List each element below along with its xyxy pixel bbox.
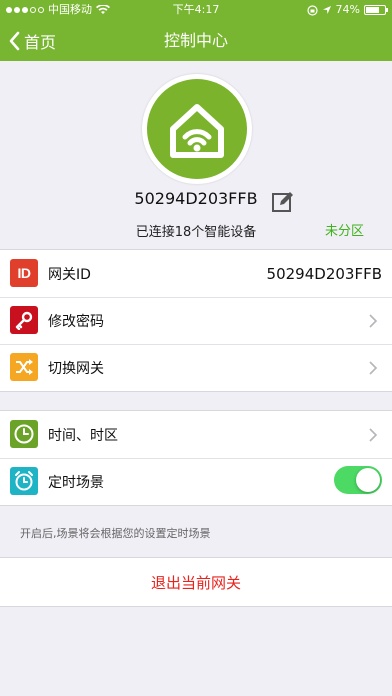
status-right: 74% — [306, 0, 388, 20]
zone-link[interactable]: 未分区 — [325, 220, 364, 239]
row-switch-gateway[interactable]: 切换网关 — [0, 344, 392, 391]
logout-gateway-button[interactable]: 退出当前网关 — [0, 557, 392, 607]
battery-fill — [366, 7, 379, 13]
row-time-zone-label: 时间、时区 — [48, 427, 118, 444]
edit-icon[interactable] — [270, 189, 296, 215]
alarm-clock-icon — [10, 467, 38, 495]
row-timed-scene: 定时场景 — [0, 458, 392, 505]
settings-group-gateway: ID 网关ID 50294D203FFB 修改密码 切换网关 — [0, 249, 392, 392]
location-icon — [322, 6, 331, 14]
row-gateway-id-label: 网关ID — [48, 266, 91, 283]
row-change-password[interactable]: 修改密码 — [0, 297, 392, 344]
chevron-left-icon — [9, 31, 20, 50]
row-switch-gateway-label: 切换网关 — [48, 360, 104, 377]
battery-icon — [364, 5, 388, 15]
back-label: 首页 — [24, 32, 57, 52]
row-time-zone[interactable]: 时间、时区 — [0, 411, 392, 458]
chevron-right-icon — [369, 314, 378, 328]
status-bar: 中国移动 下午4:17 74% — [0, 0, 392, 20]
chevron-right-icon — [369, 361, 378, 375]
gateway-avatar[interactable] — [142, 74, 252, 184]
gateway-id-title: 50294D203FFB — [134, 189, 258, 208]
row-gateway-id-value: 50294D203FFB — [266, 264, 382, 283]
id-icon: ID — [10, 259, 38, 287]
settings-group-time: 时间、时区 定时场景 — [0, 410, 392, 506]
row-gateway-id: ID 网关ID 50294D203FFB — [0, 250, 392, 297]
clock-icon — [10, 420, 38, 448]
smart-home-icon — [170, 104, 224, 158]
battery-percent: 74% — [335, 3, 360, 16]
toggle-knob — [356, 468, 380, 492]
timed-scene-hint: 开启后,场景将会根据您的设置定时场景 — [20, 527, 211, 540]
page-title: 控制中心 — [163, 31, 228, 50]
gateway-profile: 50294D203FFB 已连接18个智能设备 未分区 — [0, 61, 392, 249]
gateway-avatar-circle — [147, 79, 247, 179]
back-button[interactable]: 首页 — [8, 20, 56, 61]
timed-scene-toggle[interactable] — [334, 466, 382, 494]
row-change-password-label: 修改密码 — [48, 313, 104, 330]
nav-bar: 首页 控制中心 — [0, 20, 392, 61]
chevron-right-icon — [369, 428, 378, 442]
rotation-lock-icon — [306, 4, 318, 16]
key-icon — [10, 306, 38, 334]
row-timed-scene-label: 定时场景 — [48, 474, 104, 491]
header: 中国移动 下午4:17 74% 首页 控制中心 — [0, 0, 392, 61]
shuffle-icon — [10, 353, 38, 381]
